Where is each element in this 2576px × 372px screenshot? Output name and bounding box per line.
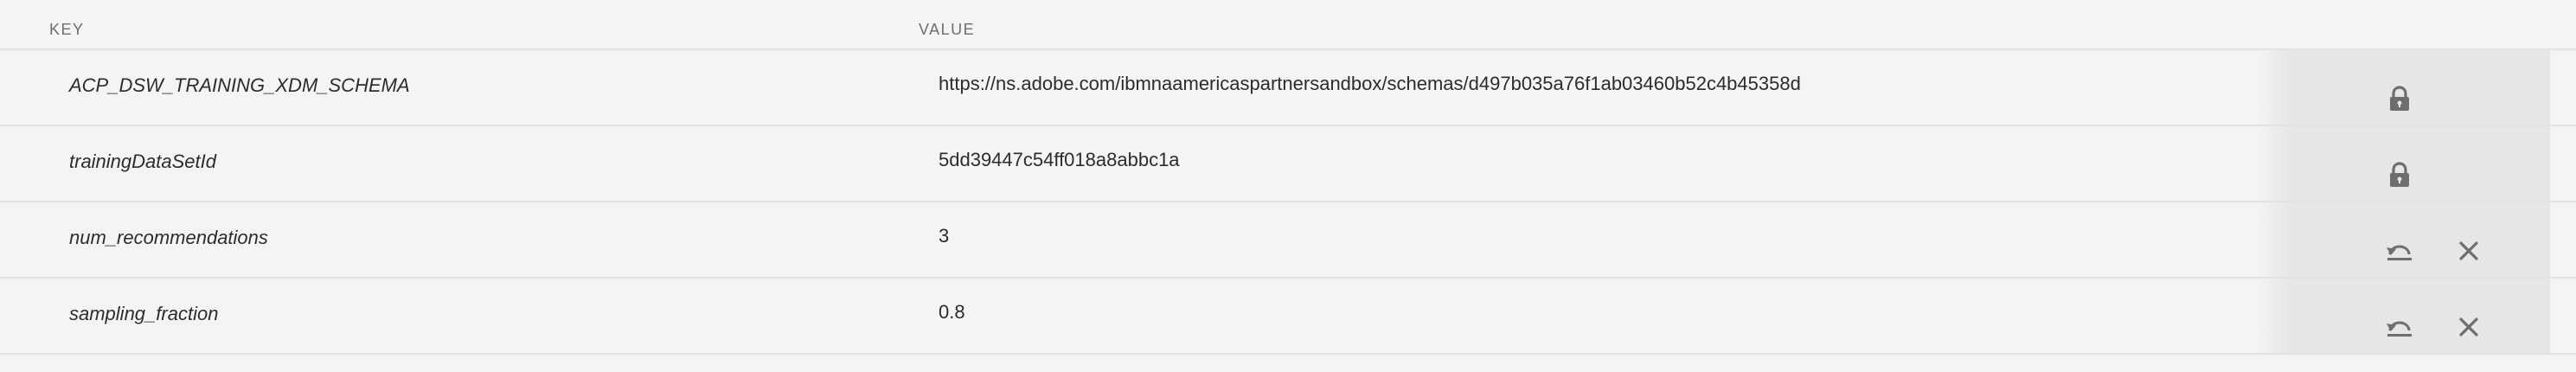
undo-icon[interactable]: [2386, 313, 2413, 341]
key-column-header: KEY: [49, 21, 85, 38]
table-row: num_recommendations 3: [0, 202, 2576, 279]
row-key: ACP_DSW_TRAINING_XDM_SCHEMA: [69, 74, 410, 96]
row-value[interactable]: 3: [939, 225, 949, 247]
row-actions: [2256, 279, 2550, 353]
table-header: KEY VALUE: [0, 0, 2576, 50]
row-key: num_recommendations: [69, 227, 268, 248]
row-key: trainingDataSetId: [69, 151, 216, 172]
row-value[interactable]: https://ns.adobe.com/ibmnaamericaspartne…: [939, 73, 1801, 95]
value-column-header: VALUE: [919, 21, 976, 38]
key-value-table: KEY VALUE ACP_DSW_TRAINING_XDM_SCHEMA ht…: [0, 0, 2576, 372]
table-row: sampling_fraction 0.8: [0, 279, 2576, 355]
undo-icon[interactable]: [2386, 237, 2413, 265]
table-row: trainingDataSetId 5dd39447c54ff018a8abbc…: [0, 126, 2576, 202]
lock-icon: [2386, 85, 2413, 112]
close-icon[interactable]: [2455, 237, 2483, 265]
row-actions: [2256, 126, 2550, 201]
table-row: ACP_DSW_TRAINING_XDM_SCHEMA https://ns.a…: [0, 50, 2576, 126]
row-key: sampling_fraction: [69, 303, 219, 324]
close-icon[interactable]: [2455, 313, 2483, 341]
row-actions: [2256, 50, 2550, 125]
lock-icon: [2386, 161, 2413, 189]
row-actions: [2256, 202, 2550, 277]
row-value[interactable]: 0.8: [939, 301, 965, 324]
row-value[interactable]: 5dd39447c54ff018a8abbc1a: [939, 149, 1180, 171]
